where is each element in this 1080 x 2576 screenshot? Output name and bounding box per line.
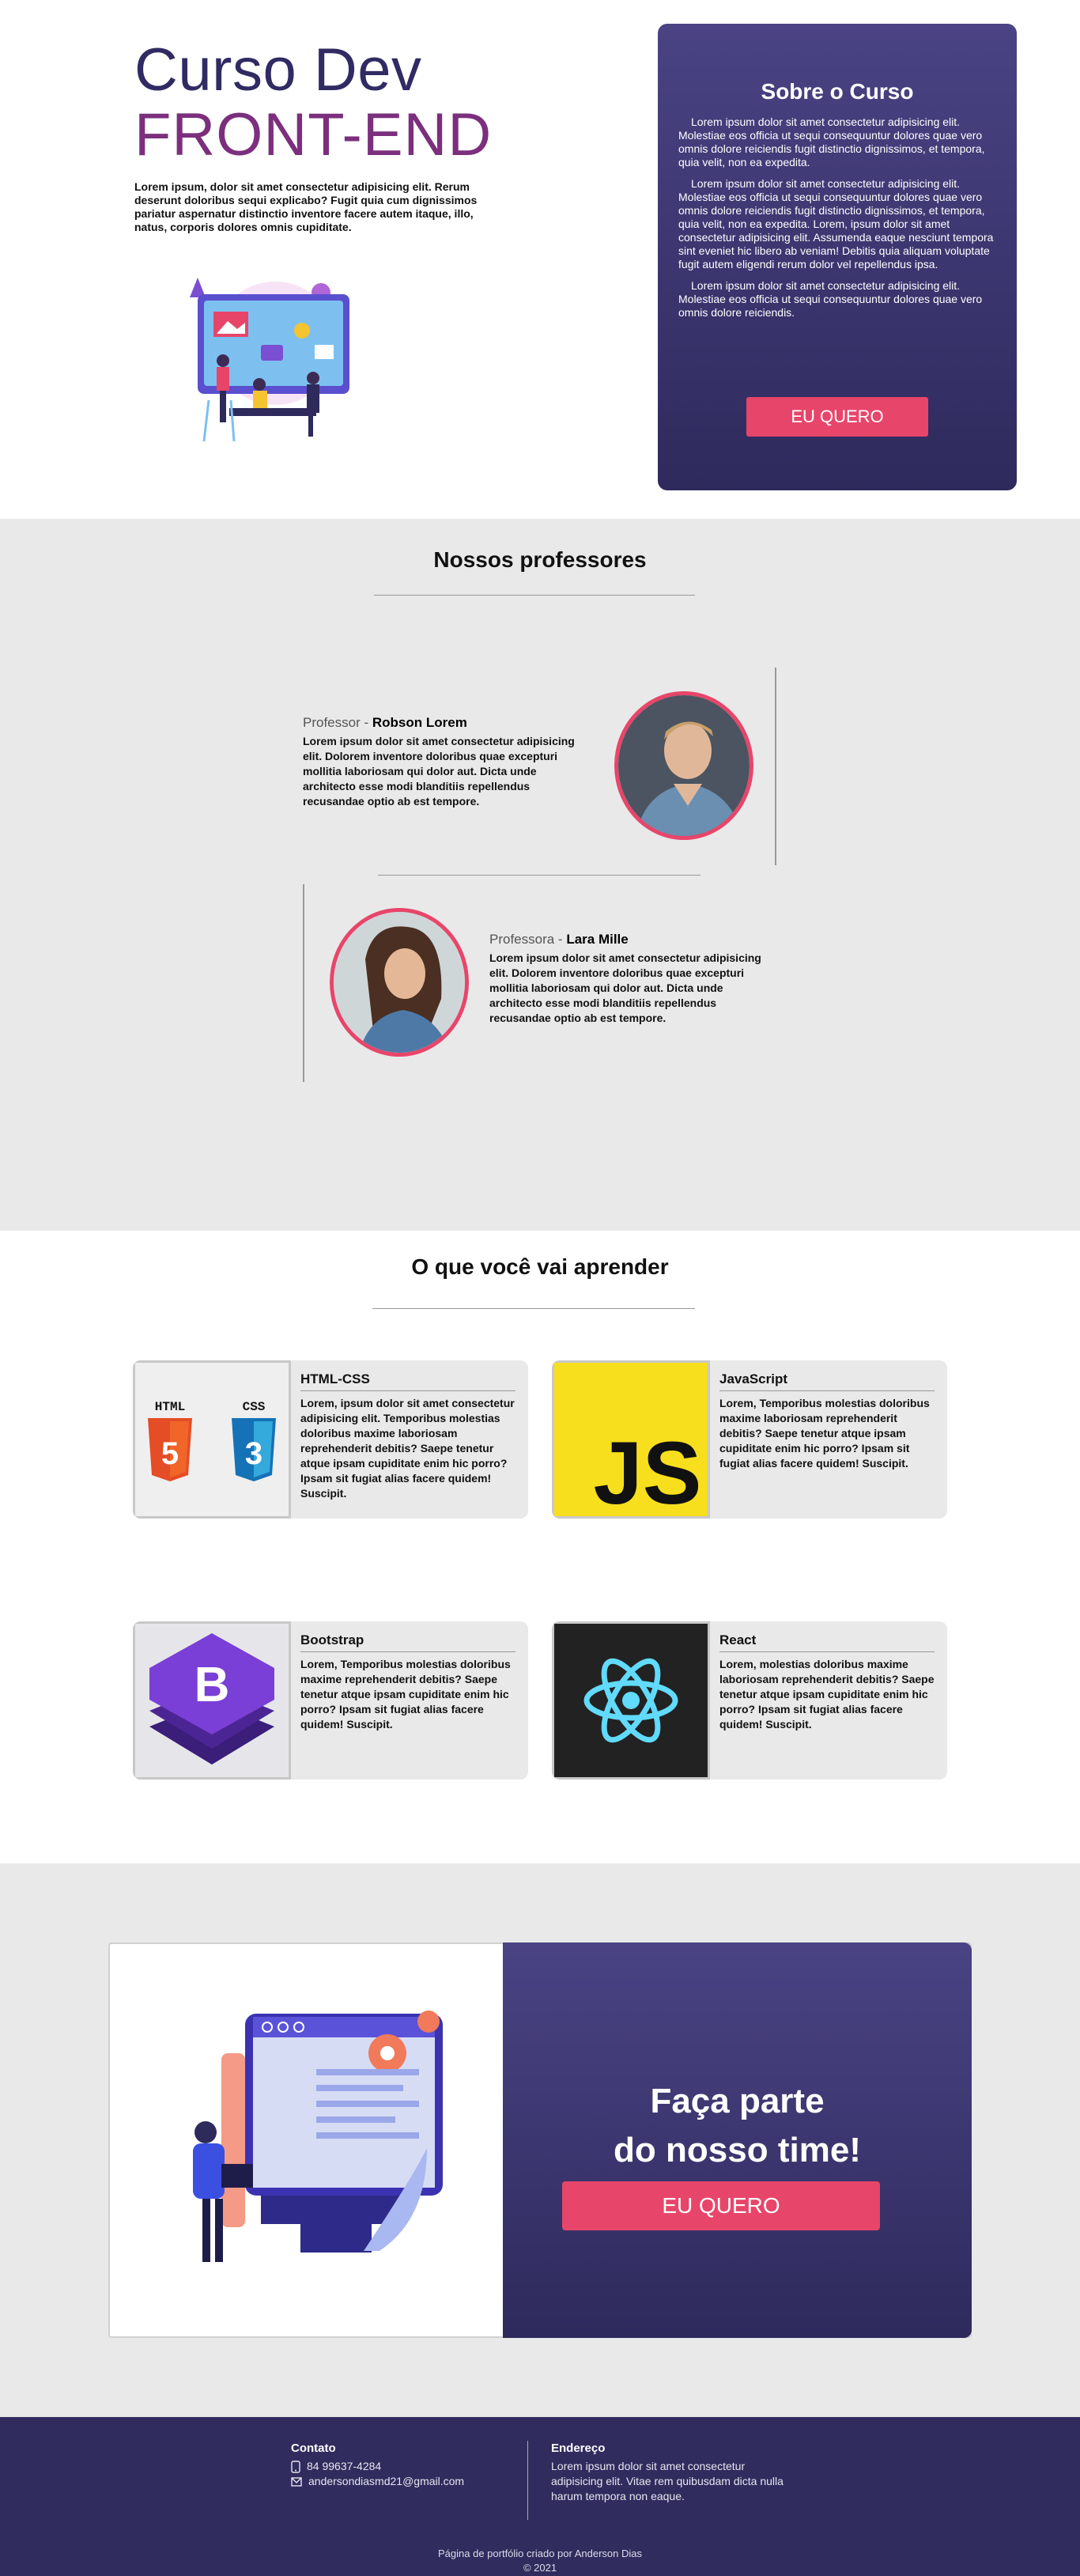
tech-card-javascript: JS JavaScript Lorem, Temporibus molestia… [552, 1360, 947, 1519]
svg-text:HTML: HTML [155, 1400, 185, 1414]
javascript-logo: JS [552, 1360, 710, 1519]
cta-title: Faça parte do nosso time! [614, 2082, 861, 2169]
footer-address-title: Endereço [551, 2442, 606, 2455]
tech-title: HTML-CSS [300, 1371, 515, 1391]
tech-description: Lorem, molestias doloribus maxime labori… [719, 1658, 935, 1731]
about-paragraph: Lorem ipsum dolor sit amet consectetur a… [678, 115, 985, 168]
svg-text:3: 3 [245, 1436, 262, 1471]
javascript-icon: JS [594, 1424, 702, 1519]
cta-section: Faça parte do nosso time! EU QUERO [0, 1863, 1080, 2417]
footer-phone: 84 99637-4284 [291, 2459, 464, 2474]
react-logo [552, 1621, 710, 1780]
professor-name: Professora - Lara Mille [489, 932, 629, 947]
tech-title: JavaScript [719, 1371, 935, 1391]
about-title: Sobre o Curso [761, 79, 914, 104]
hero-subtitle: FRONT-END [134, 101, 493, 168]
footer: Contato 84 99637-4284 andersondiasmd21@g… [0, 2417, 1080, 2576]
tech-description: Lorem, Temporibus molestias doloribus ma… [719, 1397, 930, 1470]
tech-description: Lorem, ipsum dolor sit amet consectetur … [300, 1397, 515, 1500]
hero-title: Curso Dev [134, 36, 422, 104]
phone-icon [291, 2460, 300, 2473]
learn-section: O que você vai aprender HTML CSS 5 3 HTM… [0, 1231, 1080, 1863]
learn-title: O que você vai aprender [411, 1254, 669, 1279]
footer-address: Endereço Lorem ipsum dolor sit amet cons… [551, 2441, 788, 2504]
tech-card-react: React Lorem, molestias doloribus maxime … [552, 1621, 947, 1780]
professors-section: Nossos professores Professor - Robson Lo… [0, 519, 1080, 1231]
svg-text:JS: JS [594, 1424, 702, 1516]
envelope-icon [291, 2476, 302, 2487]
about-course-card: Sobre o Curso Lorem ipsum dolor sit amet… [658, 24, 1017, 490]
footer-credits: Página de portfólio criado por Anderson … [0, 2547, 1080, 2575]
tech-title: React [719, 1632, 935, 1652]
tech-card-body: React Lorem, molestias doloribus maxime … [719, 1632, 935, 1732]
svg-text:CSS: CSS [243, 1400, 266, 1414]
hero-content: Curso Dev FRONT-END Lorem ipsum, dolor s… [134, 38, 506, 234]
svg-text:B: B [194, 1658, 230, 1712]
developer-illustration [193, 2010, 443, 2262]
professor-description: Lorem ipsum dolor sit amet consectetur a… [489, 951, 761, 1024]
tech-card-bootstrap: B Bootstrap Lorem, Temporibus molestias … [133, 1621, 528, 1780]
professor-card: Professor - Robson Lorem Lorem ipsum dol… [303, 715, 587, 809]
footer-divider [527, 2441, 528, 2520]
tech-card-html-css: HTML CSS 5 3 HTML-CSS Lorem, ipsum dolor… [133, 1360, 528, 1519]
footer-address-text: Lorem ipsum dolor sit amet consectetur a… [551, 2460, 784, 2502]
eu-quero-button[interactable]: EU QUERO [746, 397, 928, 437]
about-paragraph: Lorem ipsum dolor sit amet consectetur a… [678, 279, 983, 319]
developers-illustration [190, 278, 349, 442]
html5-css3-icon: HTML CSS 5 3 [148, 1400, 276, 1481]
professor-photo [614, 691, 753, 840]
professor-card: Professora - Lara Mille Lorem ipsum dolo… [489, 932, 774, 1026]
professor-description: Lorem ipsum dolor sit amet consectetur a… [303, 735, 575, 808]
footer-credit: Página de portfólio criado por Anderson … [438, 2548, 642, 2559]
hero-section: Curso Dev FRONT-END Lorem ipsum, dolor s… [0, 0, 1080, 519]
hero-description: Lorem ipsum, dolor sit amet consectetur … [134, 180, 478, 233]
title-divider [374, 595, 695, 596]
footer-contact: Contato 84 99637-4284 andersondiasmd21@g… [291, 2441, 464, 2489]
tech-card-body: JavaScript Lorem, Temporibus molestias d… [719, 1371, 935, 1471]
html-css-logo: HTML CSS 5 3 [133, 1360, 291, 1519]
tech-title: Bootstrap [300, 1632, 515, 1652]
footer-email: andersondiasmd21@gmail.com [291, 2474, 464, 2489]
bootstrap-icon: B [149, 1633, 274, 1765]
professor-divider [378, 875, 700, 876]
eu-quero-button[interactable]: EU QUERO [562, 2181, 880, 2230]
email-link[interactable]: andersondiasmd21@gmail.com [308, 2474, 464, 2489]
tech-description: Lorem, Temporibus molestias doloribus ma… [300, 1658, 511, 1731]
about-paragraph: Lorem ipsum dolor sit amet consectetur a… [678, 177, 994, 270]
tech-card-body: Bootstrap Lorem, Temporibus molestias do… [300, 1632, 515, 1732]
title-divider [372, 1308, 695, 1309]
tech-card-body: HTML-CSS Lorem, ipsum dolor sit amet con… [300, 1371, 515, 1501]
cta-panel: Faça parte do nosso time! EU QUERO [503, 1942, 972, 2338]
professor-divider-vertical [303, 884, 304, 1082]
professors-title: Nossos professores [433, 547, 647, 572]
professor-photo [330, 908, 469, 1057]
footer-copyright: © 2021 [523, 2562, 557, 2574]
react-icon [583, 1658, 678, 1743]
svg-text:5: 5 [161, 1436, 179, 1471]
footer-contact-title: Contato [291, 2442, 336, 2455]
bootstrap-logo: B [133, 1621, 291, 1780]
professor-divider-vertical [775, 668, 776, 865]
professor-name: Professor - Robson Lorem [303, 715, 467, 730]
